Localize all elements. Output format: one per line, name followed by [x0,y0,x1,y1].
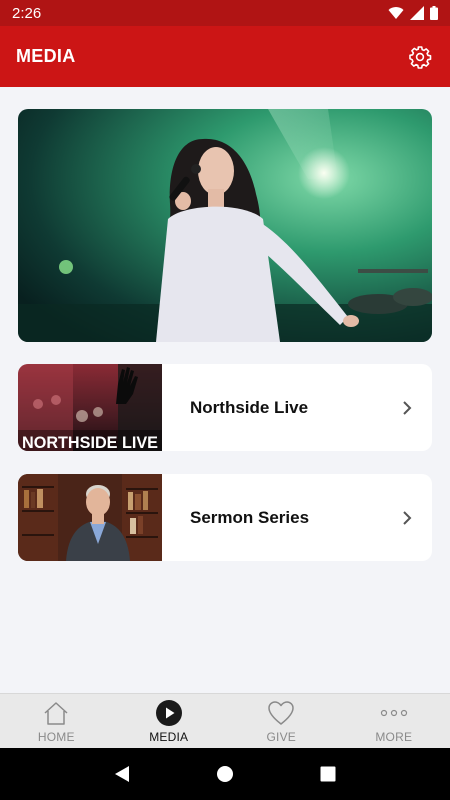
play-circle-icon [155,700,182,726]
page-title: MEDIA [16,46,76,66]
wifi-icon [388,7,404,20]
gear-icon [409,45,432,69]
cell-signal-icon [410,6,424,20]
nav-item-give[interactable]: GIVE [225,694,338,748]
card-label: Sermon Series [190,507,310,527]
status-bar: 2:26 [0,0,450,26]
heart-icon [268,701,294,725]
nav-label-more: MORE [375,730,413,744]
featured-media-image[interactable] [18,109,432,342]
nav-item-more[interactable]: MORE [338,694,450,748]
hero-photo [18,109,432,342]
recents-square-icon [320,766,336,782]
chevron-right-icon [403,400,412,415]
system-home-button[interactable] [210,759,240,789]
nav-label-give: GIVE [266,730,296,744]
app-bar: MEDIA [0,26,450,87]
media-card-northside-live[interactable]: NORTHSIDE LIVE Northside Live [18,364,432,451]
status-time: 2:26 [12,4,42,22]
nav-label-home: HOME [37,730,75,744]
northside-live-thumbnail-text: NORTHSIDE LIVE [22,433,158,451]
nav-label-media: MEDIA [149,730,189,744]
bottom-nav: HOME MEDIA GIVE MORE [0,693,450,748]
sermon-series-thumbnail [18,474,162,561]
home-circle-icon [216,766,233,782]
status-icons [388,6,438,20]
system-recents-button[interactable] [313,759,343,789]
back-triangle-icon [114,766,129,782]
settings-button[interactable] [406,43,434,71]
battery-icon [430,6,438,20]
nav-item-media[interactable]: MEDIA [113,694,226,748]
more-dots-icon [380,709,407,717]
system-back-button[interactable] [107,759,137,789]
chevron-right-icon [403,510,412,525]
northside-live-thumbnail: NORTHSIDE LIVE [18,364,162,451]
card-label: Northside Live [190,397,309,417]
system-nav-bar [0,748,450,800]
media-card-sermon-series[interactable]: Sermon Series [18,474,432,561]
nav-item-home[interactable]: HOME [0,694,113,748]
home-icon [44,702,68,725]
